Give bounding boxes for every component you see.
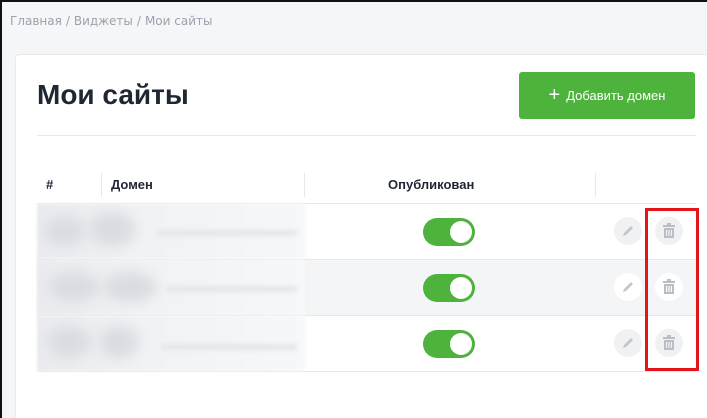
pencil-icon [623,282,633,292]
breadcrumb-separator: / [65,14,70,28]
column-separator [101,173,102,197]
page-title: Мои сайты [37,79,189,110]
published-toggle[interactable] [423,330,475,358]
table-row [37,316,696,372]
edit-button[interactable] [614,273,642,301]
toggle-knob [450,221,472,243]
plus-icon: + [548,83,561,106]
breadcrumb: Главная / Виджеты / Мои сайты [10,14,212,28]
column-separator [304,173,305,197]
edit-button[interactable] [614,217,642,245]
published-toggle[interactable] [423,274,475,302]
breadcrumb-item-current: Мои сайты [144,14,213,28]
column-header-published: Опубликован [388,177,475,192]
table-row [37,260,696,316]
breadcrumb-separator: / [136,14,141,28]
app-frame: Главная / Виджеты / Мои сайты Мои сайты … [0,0,707,418]
pencil-icon [623,226,633,236]
published-toggle[interactable] [423,218,475,246]
column-header-domain: Домен [111,177,153,192]
toggle-knob [450,277,472,299]
pencil-icon [623,338,633,348]
breadcrumb-item-home[interactable]: Главная [10,14,62,28]
edit-button[interactable] [614,329,642,357]
column-separator [595,173,596,197]
toggle-knob [450,333,472,355]
redacted-domain [37,204,305,259]
add-domain-label: Добавить домен [566,88,666,103]
column-header-index: # [46,177,54,192]
redacted-domain [37,260,305,315]
breadcrumb-item-widgets[interactable]: Виджеты [74,14,133,28]
delete-column-highlight [645,208,699,371]
table-row [37,204,696,260]
add-domain-button[interactable]: + Добавить домен [519,72,695,119]
redacted-domain [37,316,305,371]
sites-card: Мои сайты + Добавить домен # Домен Опубл… [15,54,707,418]
title-divider [37,135,696,136]
